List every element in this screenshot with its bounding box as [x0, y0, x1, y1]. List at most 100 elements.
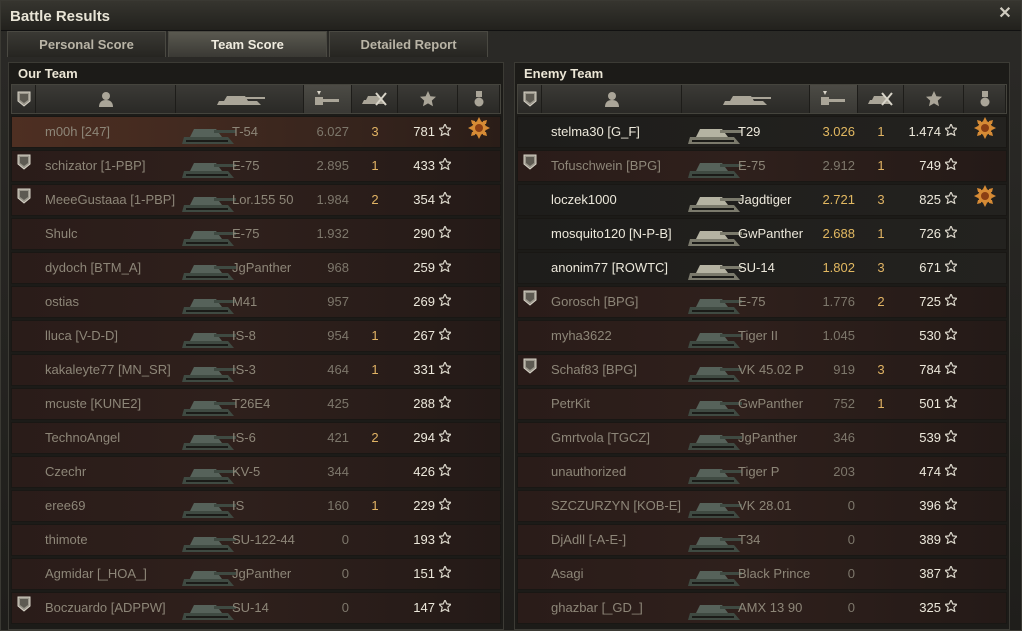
star-icon	[437, 287, 453, 307]
close-icon[interactable]: ✕	[997, 6, 1013, 22]
tank-column-header[interactable]	[682, 85, 810, 113]
enemy-team-label: Enemy Team	[524, 66, 604, 81]
tank-name: JgPanther	[232, 566, 292, 581]
tab-team-score[interactable]: Team Score	[168, 31, 327, 57]
xp-value: 288	[413, 396, 435, 411]
player-row[interactable]: PetrKit GwPanther 752 1 501	[517, 388, 1007, 420]
xp-value: 725	[919, 294, 941, 309]
star-icon	[925, 91, 942, 107]
player-name: ghazbar [_GD_]	[551, 600, 643, 615]
player-row[interactable]: thimote SU-122-44 0 193	[11, 524, 501, 556]
player-row[interactable]: unauthorized Tiger P 203 474	[517, 456, 1007, 488]
player-row[interactable]: kakaleyte77 [MN_SR] IS-3 464 1 331	[11, 354, 501, 386]
player-row[interactable]: Gorosch [BPG] E-75 1.776 2 725	[517, 286, 1007, 318]
person-icon	[604, 92, 619, 107]
player-row[interactable]: m00h [247] T-54 6.027 3 781	[11, 116, 501, 148]
player-column-header[interactable]	[542, 85, 682, 113]
player-row[interactable]: mcuste [KUNE2] T26E4 425 288	[11, 388, 501, 420]
player-row[interactable]: Czechr KV-5 344 426	[11, 456, 501, 488]
tank-icon	[688, 333, 742, 348]
enemy-team-panel: Enemy Team stelma30 [G_F] T29 3.026 1 1.474 T…	[514, 62, 1010, 630]
player-row[interactable]: schizator [1-PBP] E-75 2.895 1 433	[11, 150, 501, 182]
destroyed-tank-icon	[361, 92, 387, 106]
damage-value: 1.932	[316, 226, 349, 241]
player-row[interactable]: Shulc E-75 1.932 290	[11, 218, 501, 250]
player-row[interactable]: Tofuschwein [BPG] E-75 2.912 1 749	[517, 150, 1007, 182]
player-row[interactable]: Asagi Black Prince 0 387	[517, 558, 1007, 590]
tank-name: T26E4	[232, 396, 271, 411]
tank-icon	[182, 503, 236, 518]
player-row[interactable]: SZCZURZYN [KOB-E] VK 28.01 0 396	[517, 490, 1007, 522]
battle-results-window: Battle Results ✕ Personal Score Team Sco…	[0, 0, 1022, 631]
frags-value: 3	[877, 260, 885, 275]
player-row[interactable]: DjAdll [-A-E-] T34 0 389	[517, 524, 1007, 556]
player-name: anonim77 [ROWTC]	[551, 260, 669, 275]
player-name: myha3622	[551, 328, 612, 343]
tank-name: Tiger P	[738, 464, 780, 479]
squad-icon	[17, 151, 31, 170]
player-row[interactable]: dydoch [BTM_A] JgPanther 968 259	[11, 252, 501, 284]
tank-icon	[688, 571, 742, 586]
xp-value: 749	[919, 158, 941, 173]
medal-icon[interactable]	[974, 117, 996, 139]
gun-damage-icon	[314, 91, 339, 105]
tank-icon	[688, 401, 742, 416]
player-row[interactable]: lluca [V-D-D] IS-8 954 1 267	[11, 320, 501, 352]
damage-value: 1.802	[822, 260, 855, 275]
tank-column-header[interactable]	[176, 85, 304, 113]
tab-detailed-report[interactable]: Detailed Report	[329, 31, 488, 57]
damage-column-header[interactable]	[810, 85, 858, 113]
player-row[interactable]: ostias M41 957 269	[11, 286, 501, 318]
tank-name: VK 28.01	[738, 498, 792, 513]
frags-value: 1	[877, 158, 885, 173]
tank-icon	[182, 571, 236, 586]
player-row[interactable]: mosquito120 [N-P-B] GwPanther 2.688 1 726	[517, 218, 1007, 250]
xp-column-header[interactable]	[398, 85, 458, 113]
star-icon	[943, 389, 959, 409]
star-icon	[943, 423, 959, 443]
our-team-panel: Our Team m00h [247] T-54 6.027 3 781 schizato…	[8, 62, 504, 630]
tank-name: E-75	[738, 158, 766, 173]
xp-value: 294	[413, 430, 435, 445]
player-row[interactable]: TechnoAngel IS-6 421 2 294	[11, 422, 501, 454]
xp-value: 433	[413, 158, 435, 173]
star-icon	[437, 491, 453, 511]
tank-icon	[688, 129, 742, 144]
player-name: Shulc	[45, 226, 78, 241]
player-name: thimote	[45, 532, 88, 547]
player-row[interactable]: myha3622 Tiger II 1.045 530	[517, 320, 1007, 352]
frags-column-header[interactable]	[352, 85, 398, 113]
player-row[interactable]: Boczuardo [ADPPW] SU-14 0 147	[11, 592, 501, 624]
player-row[interactable]: ghazbar [_GD_] AMX 13 90 0 325	[517, 592, 1007, 624]
player-row[interactable]: MeeeGustaaa [1-PBP] Lor.155 50 1.984 2 354	[11, 184, 501, 216]
damage-value: 160	[327, 498, 349, 513]
tank-name: E-75	[232, 226, 260, 241]
player-row[interactable]: eree69 IS 160 1 229	[11, 490, 501, 522]
damage-column-header[interactable]	[304, 85, 352, 113]
player-row[interactable]: stelma30 [G_F] T29 3.026 1 1.474	[517, 116, 1007, 148]
medal-icon[interactable]	[468, 117, 490, 139]
player-row[interactable]: loczek1000 Jagdtiger 2.721 3 825	[517, 184, 1007, 216]
platoon-column-header[interactable]	[518, 85, 542, 113]
player-row[interactable]: Agmidar [_HOA_] JgPanther 0 151	[11, 558, 501, 590]
our_team-column-headers	[11, 84, 501, 114]
xp-column-header[interactable]	[904, 85, 964, 113]
player-column-header[interactable]	[36, 85, 176, 113]
tank-icon	[688, 435, 742, 450]
tank-icon	[688, 231, 742, 246]
platoon-column-header[interactable]	[12, 85, 36, 113]
medals-column-header[interactable]	[964, 85, 1006, 113]
player-row[interactable]: Gmrtvola [TGCZ] JgPanther 346 539	[517, 422, 1007, 454]
star-icon	[437, 559, 453, 579]
xp-value: 726	[919, 226, 941, 241]
player-name: dydoch [BTM_A]	[45, 260, 142, 275]
damage-value: 1.045	[822, 328, 855, 343]
medals-column-header[interactable]	[458, 85, 500, 113]
frags-column-header[interactable]	[858, 85, 904, 113]
player-row[interactable]: anonim77 [ROWTC] SU-14 1.802 3 671	[517, 252, 1007, 284]
tab-personal-score[interactable]: Personal Score	[7, 31, 166, 57]
medal-icon[interactable]	[974, 185, 996, 207]
xp-value: 354	[413, 192, 435, 207]
xp-value: 1.474	[908, 124, 941, 139]
player-row[interactable]: Schaf83 [BPG] VK 45.02 P 919 3 784	[517, 354, 1007, 386]
